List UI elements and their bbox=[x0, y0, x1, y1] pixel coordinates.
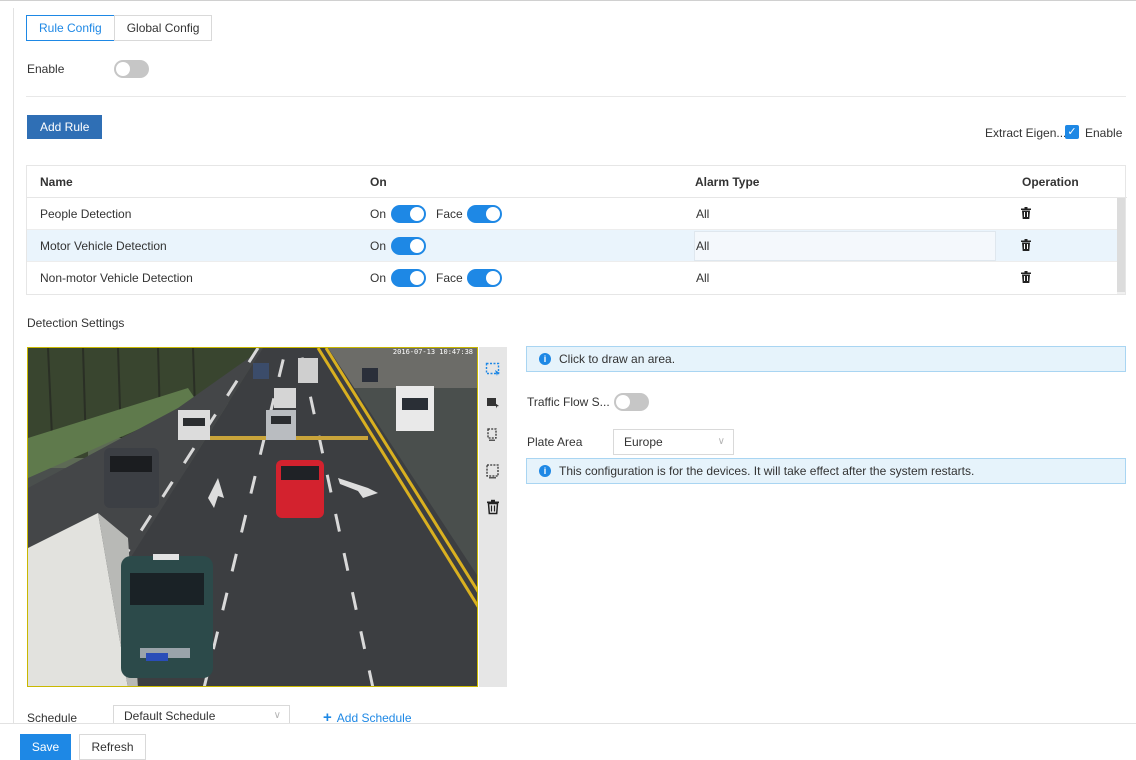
draw-area-info-banner: i Click to draw an area. bbox=[526, 346, 1126, 372]
header-operation: Operation bbox=[1022, 175, 1079, 189]
add-rule-button[interactable]: Add Rule bbox=[27, 115, 103, 139]
delete-rule-icon[interactable] bbox=[1021, 207, 1031, 219]
draw-area-info-text: Click to draw an area. bbox=[559, 352, 676, 366]
info-icon: i bbox=[539, 353, 551, 365]
delete-rule-icon[interactable] bbox=[1021, 239, 1031, 251]
table-row[interactable]: People Detection On Face All bbox=[27, 198, 1117, 230]
draw-exclude-area-icon[interactable] bbox=[485, 394, 501, 410]
on-label: On bbox=[370, 239, 387, 253]
refresh-button[interactable]: Refresh bbox=[79, 734, 146, 760]
plate-area-value: Europe bbox=[624, 435, 663, 449]
table-row[interactable]: Non-motor Vehicle Detection On Face All bbox=[27, 262, 1117, 294]
table-header: Name On Alarm Type Operation bbox=[27, 166, 1127, 198]
alarm-type-value: All bbox=[696, 207, 710, 221]
alarm-type-field[interactable] bbox=[694, 231, 996, 261]
delete-rule-icon[interactable] bbox=[1021, 271, 1031, 283]
face-label: Face bbox=[436, 207, 463, 221]
draw-min-size-icon[interactable] bbox=[485, 427, 501, 443]
draw-max-size-icon[interactable] bbox=[485, 464, 501, 480]
table-scrollbar-thumb[interactable] bbox=[1117, 198, 1125, 292]
detection-settings-title: Detection Settings bbox=[27, 316, 125, 330]
rule-name: People Detection bbox=[40, 207, 132, 221]
left-frame-border bbox=[13, 8, 14, 724]
tab-global-config[interactable]: Global Config bbox=[113, 15, 213, 41]
drawing-toolbar bbox=[479, 347, 507, 687]
enable-toggle[interactable] bbox=[114, 60, 149, 78]
plate-area-select[interactable]: Europe ∨ bbox=[613, 429, 734, 455]
face-label: Face bbox=[436, 271, 463, 285]
footer-bar: Save Refresh bbox=[0, 723, 1136, 760]
on-label: On bbox=[370, 207, 387, 221]
traffic-flow-label: Traffic Flow S... bbox=[527, 395, 610, 409]
enable-label: Enable bbox=[27, 62, 65, 76]
on-label: On bbox=[370, 271, 387, 285]
delete-icon[interactable] bbox=[485, 499, 501, 515]
video-timestamp: 2016-07-13 10:47:38 bbox=[392, 348, 473, 356]
header-on: On bbox=[370, 175, 387, 189]
tab-rule-config[interactable]: Rule Config bbox=[26, 15, 115, 41]
plate-area-label: Plate Area bbox=[527, 435, 583, 449]
face-toggle[interactable] bbox=[467, 205, 502, 223]
rule-name: Motor Vehicle Detection bbox=[40, 239, 167, 253]
section-divider bbox=[26, 96, 1126, 97]
extract-eigen-label: Extract Eigen... bbox=[985, 126, 1067, 140]
traffic-scene-image bbox=[28, 348, 477, 686]
schedule-value: Default Schedule bbox=[124, 709, 216, 723]
header-alarm-type: Alarm Type bbox=[695, 175, 760, 189]
extract-eigen-checkbox[interactable]: ✓ bbox=[1065, 125, 1079, 139]
header-name: Name bbox=[40, 175, 73, 189]
save-button[interactable]: Save bbox=[20, 734, 71, 760]
table-row[interactable]: Motor Vehicle Detection On All bbox=[27, 230, 1117, 262]
rule-name: Non-motor Vehicle Detection bbox=[40, 271, 193, 285]
traffic-flow-toggle[interactable] bbox=[614, 393, 649, 411]
video-preview[interactable]: 2016-07-13 10:47:38 bbox=[27, 347, 478, 687]
rule-on-toggle[interactable] bbox=[391, 205, 426, 223]
rule-on-toggle[interactable] bbox=[391, 237, 426, 255]
top-frame-border bbox=[0, 0, 1136, 8]
restart-info-text: This configuration is for the devices. I… bbox=[559, 464, 975, 478]
chevron-down-icon: ∨ bbox=[717, 436, 725, 447]
restart-info-banner: i This configuration is for the devices.… bbox=[526, 458, 1126, 484]
alarm-type-value: All bbox=[696, 271, 710, 285]
draw-area-icon[interactable] bbox=[485, 361, 501, 377]
info-icon: i bbox=[539, 465, 551, 477]
rules-table: Name On Alarm Type Operation People Dete… bbox=[26, 165, 1127, 295]
alarm-type-value: All bbox=[696, 239, 710, 253]
extract-eigen-enable-label: Enable bbox=[1085, 126, 1123, 140]
config-tabs: Rule Config Global Config bbox=[26, 15, 213, 41]
rule-on-toggle[interactable] bbox=[391, 269, 426, 287]
face-toggle[interactable] bbox=[467, 269, 502, 287]
